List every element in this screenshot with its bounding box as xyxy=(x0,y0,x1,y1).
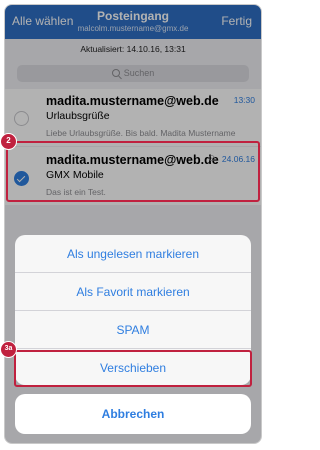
spam-action[interactable]: SPAM xyxy=(15,323,251,337)
highlight-selected-mail xyxy=(6,141,260,202)
divider xyxy=(15,348,251,349)
divider xyxy=(15,310,251,311)
divider xyxy=(15,272,251,273)
mark-unread-action[interactable]: Als ungelesen markieren xyxy=(15,247,251,261)
mark-favorite-action[interactable]: Als Favorit markieren xyxy=(15,285,251,299)
highlight-move-action xyxy=(14,350,252,387)
step-badge-2: 2 xyxy=(0,133,17,150)
cancel-button[interactable]: Abbrechen xyxy=(15,394,251,434)
step-badge-3a: 3a xyxy=(0,341,17,358)
